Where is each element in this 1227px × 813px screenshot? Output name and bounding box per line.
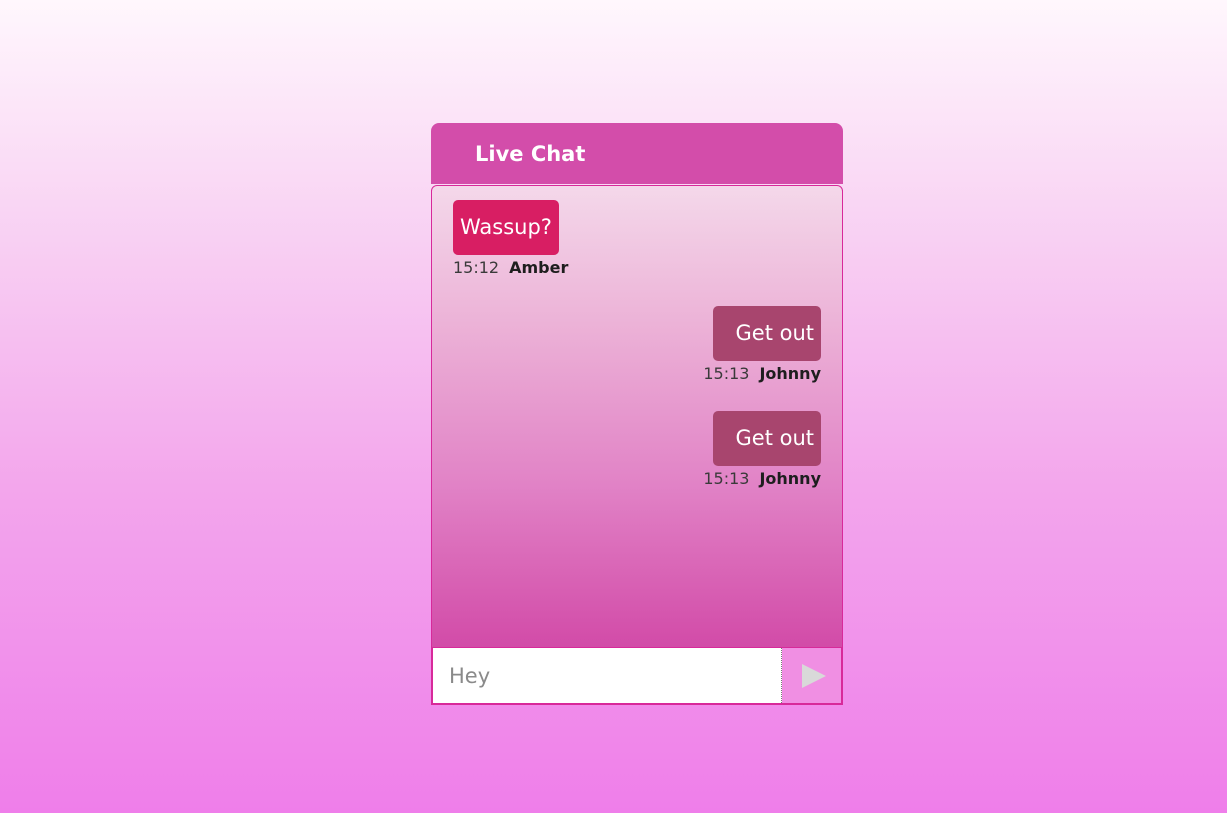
message-composer	[431, 648, 843, 705]
chat-header: Live Chat	[431, 123, 843, 184]
message-item: Get out 15:13 Johnny	[703, 411, 821, 488]
message-input[interactable]	[433, 648, 782, 703]
message-meta: 15:13 Johnny	[703, 469, 821, 488]
message-time: 15:12	[453, 258, 500, 277]
message-bubble: Wassup?	[453, 200, 559, 255]
chat-widget: Live Chat Wassup? 15:12 Amber Get out 15:…	[431, 123, 843, 705]
message-username: Johnny	[759, 469, 821, 488]
message-item: Wassup? 15:12 Amber	[453, 200, 568, 277]
message-bubble: Get out	[712, 306, 821, 361]
message-meta: 15:12 Amber	[453, 258, 568, 277]
message-bubble: Get out	[712, 411, 821, 466]
message-time: 15:13	[703, 364, 750, 383]
message-meta: 15:13 Johnny	[703, 364, 821, 383]
message-time: 15:13	[703, 469, 750, 488]
send-button[interactable]	[782, 648, 841, 703]
message-item: Get out 15:13 Johnny	[703, 306, 821, 383]
chat-title: Live Chat	[475, 141, 586, 166]
message-username: Johnny	[759, 364, 821, 383]
message-list[interactable]: Wassup? 15:12 Amber Get out 15:13 Johnny G…	[431, 185, 843, 648]
message-username: Amber	[509, 258, 569, 277]
send-icon	[801, 663, 826, 688]
